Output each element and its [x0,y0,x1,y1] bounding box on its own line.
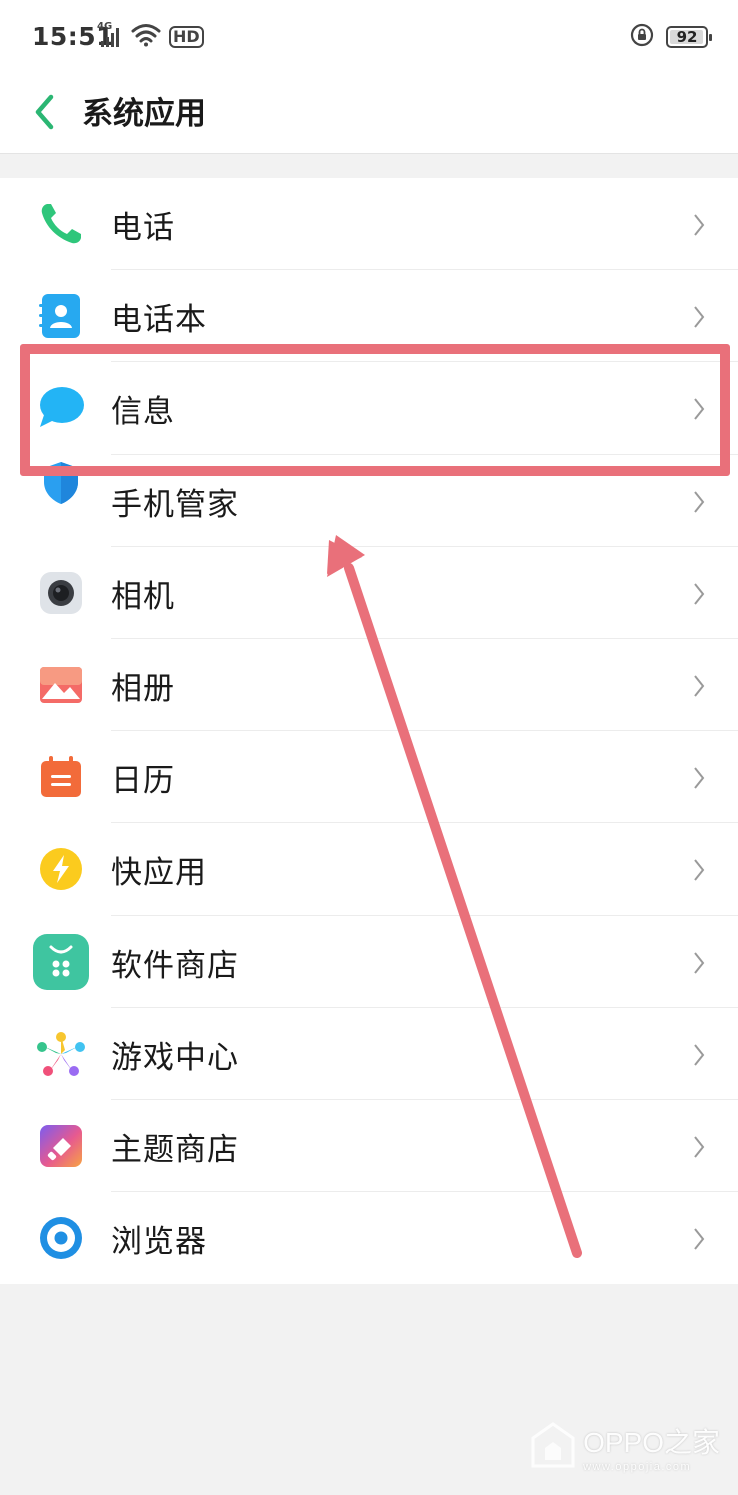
chevron-right-icon [694,214,705,236]
camera-icon [35,567,87,619]
watermark-text: OPPO之家 www.oppojia.com [583,1421,720,1473]
status-bar: 15:51 4G HD 92 [0,0,738,70]
messages-icon [35,382,87,434]
list-item-label: 相机 [111,578,175,615]
wifi-icon [131,23,161,51]
list-item-contacts[interactable]: 电话本 [0,270,738,363]
calendar-icon [35,751,87,803]
watermark: OPPO之家 www.oppojia.com [531,1421,720,1473]
chevron-right-icon [694,583,705,605]
page-header: 系统应用 [0,70,738,154]
chevron-right-icon [694,767,705,789]
watermark-title: OPPO之家 [583,1427,720,1458]
list-item-theme-store[interactable]: 主题商店 [0,1100,738,1193]
list-item-game-center[interactable]: 游戏中心 [0,1008,738,1100]
status-icons-right: 92 [630,22,712,52]
chevron-right-icon [694,951,705,974]
chevron-right-icon [694,859,705,881]
phone-manager-icon [35,457,87,509]
list-item-browser[interactable]: 浏览器 [0,1192,738,1284]
chevron-right-icon [694,1136,705,1158]
list-item-calendar[interactable]: 日历 [0,731,738,824]
list-item-messages[interactable]: 信息 [0,362,738,455]
gallery-icon [35,659,87,711]
chevron-right-icon [694,490,705,513]
contacts-icon [35,290,87,342]
list-item-camera[interactable]: 相机 [0,547,738,639]
battery-icon: 92 [666,26,712,48]
list-item-gallery[interactable]: 相册 [0,639,738,732]
app-store-icon [32,933,90,991]
watermark-logo-icon [531,1422,575,1472]
status-icons-left: 4G HD [97,21,204,52]
phone-icon [35,198,87,250]
list-item-label: 日历 [111,763,175,800]
list-item-label: 浏览器 [111,1224,207,1261]
rotation-lock-icon [630,23,654,51]
list-item-label: 主题商店 [111,1131,239,1168]
signal-icon: 4G [97,21,123,49]
list-item-label: 快应用 [111,855,207,892]
watermark-url: www.oppojia.com [583,1461,692,1473]
hd-icon: HD [169,26,204,48]
list-item-label: 手机管家 [111,486,239,523]
list-item-app-store[interactable]: 软件商店 [0,916,738,1008]
browser-icon [35,1212,87,1264]
list-item-label: 游戏中心 [111,1039,239,1076]
list-item-label: 信息 [111,394,175,431]
page-title: 系统应用 [82,96,206,132]
list-item-quick-app[interactable]: 快应用 [0,823,738,916]
list-item-label: 相册 [111,670,175,707]
list-item-label: 软件商店 [111,947,239,984]
quick-app-icon [35,843,87,895]
game-center-icon [35,1028,87,1080]
back-button[interactable] [24,82,64,142]
back-chevron-icon [35,94,54,130]
system-app-list: 电话 电话本 信息 手机管家 相机 相册 日历 快应用 软件商店 游戏中心 主题… [0,178,738,1284]
chevron-right-icon [694,675,705,697]
list-item-label: 电话本 [111,302,207,339]
chevron-right-icon [694,1228,705,1250]
list-item-phone[interactable]: 电话 [0,178,738,271]
chevron-right-icon [694,1044,705,1066]
battery-level: 92 [676,28,698,46]
theme-store-icon [35,1120,87,1172]
chevron-right-icon [694,306,705,328]
list-item-label: 电话 [111,210,175,246]
list-item-phone-manager[interactable]: 手机管家 [0,455,738,547]
chevron-right-icon [694,398,705,420]
